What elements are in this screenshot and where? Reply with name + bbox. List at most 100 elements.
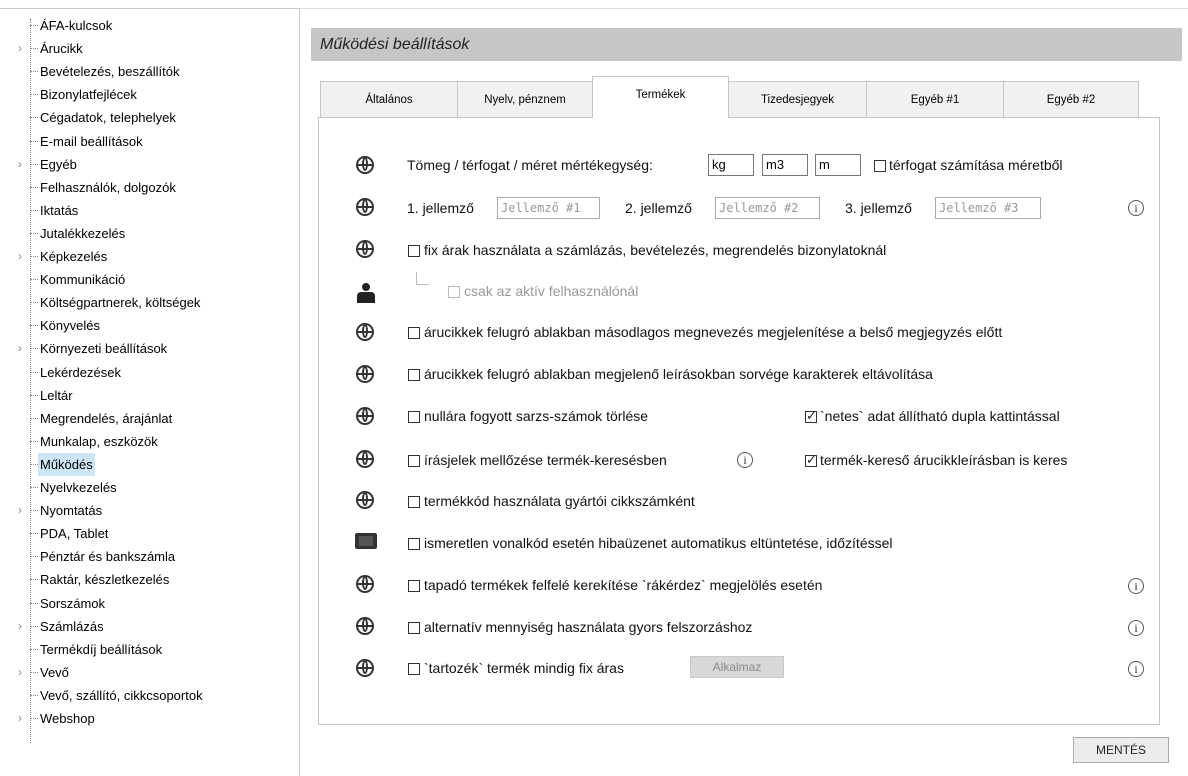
attr2-label: 2. jellemző — [625, 200, 692, 216]
tree-connector — [30, 394, 38, 396]
info-icon[interactable]: i — [737, 452, 753, 468]
tab-label: Egyéb #2 — [1046, 94, 1096, 106]
user-icon — [357, 283, 375, 303]
ignore-punct-checkbox[interactable] — [408, 455, 420, 467]
tab-termekek[interactable]: Termékek — [592, 76, 729, 118]
remove-eol-checkbox[interactable] — [408, 369, 420, 381]
accessory-checkbox[interactable] — [408, 663, 420, 675]
sidebar-item-label: PDA, Tablet — [40, 526, 109, 542]
unit-volume-input[interactable]: m3 — [762, 154, 808, 176]
tab-altalanos[interactable]: Általános — [320, 81, 458, 117]
unit-mass-input[interactable]: kg — [708, 154, 754, 176]
tree-connector — [30, 463, 38, 465]
monitor-icon — [355, 533, 377, 549]
tree-connector — [30, 556, 38, 558]
ignore-punct-label: írásjelek mellőzése termék-keresésben — [424, 452, 667, 468]
tab-nyelv-penznem[interactable]: Nyelv, pénznem — [457, 81, 593, 117]
only-active-user-checkbox[interactable] — [448, 286, 460, 298]
tree-connector — [30, 302, 38, 304]
tree-connector — [30, 94, 38, 96]
volume-calc-checkbox[interactable] — [874, 160, 886, 172]
tree-connector — [30, 602, 38, 604]
sticky-round-label: tapadó termékek felfelé kerekítése `ráké… — [424, 577, 823, 593]
tree-connector — [30, 533, 38, 535]
sticky-round-checkbox[interactable] — [408, 580, 420, 592]
apply-button[interactable]: Alkalmaz — [690, 656, 784, 678]
unit-size-input[interactable]: m — [815, 154, 861, 176]
sidebar-item-label: Működés — [38, 452, 95, 476]
tab-egyeb-1[interactable]: Egyéb #1 — [866, 81, 1004, 117]
sidebar-item-label: Költségpartnerek, költségek — [40, 295, 201, 311]
globe-icon — [356, 156, 376, 176]
expand-arrow-icon[interactable]: › — [18, 37, 28, 60]
tree-connector — [30, 671, 38, 673]
sidebar-item-label: Árucikk — [40, 41, 83, 57]
globe-icon — [356, 407, 376, 427]
tree-connector — [30, 648, 38, 650]
secondary-name-checkbox[interactable] — [408, 327, 420, 339]
units-label: Tömeg / térfogat / méret mértékegység: — [407, 157, 653, 173]
sidebar-item-label: Munkalap, eszközök — [40, 433, 158, 449]
accessory-label: `tartozék` termék mindig fix áras — [424, 660, 624, 676]
delete-zero-batch-checkbox[interactable] — [408, 411, 420, 423]
barcode-error-label: ismeretlen vonalkód esetén hibaüzenet au… — [424, 535, 893, 551]
sidebar-item-label: Bizonylatfejlécek — [40, 87, 137, 103]
sidebar-item-label: Nyelvkezelés — [40, 480, 117, 495]
tree-connector — [30, 348, 38, 350]
sidebar-item-label: Pénztár és bankszámla — [40, 549, 176, 565]
tree-connector — [30, 279, 38, 281]
tree-connector — [30, 694, 38, 696]
barcode-error-checkbox[interactable] — [408, 538, 420, 550]
sidebar-item-label: Raktár, készletkezelés — [40, 572, 170, 588]
tree-connector — [30, 186, 38, 188]
delete-zero-batch-label: nullára fogyott sarzs-számok törlése — [424, 408, 649, 424]
globe-icon — [356, 659, 376, 679]
tree-connector — [30, 48, 38, 50]
expand-arrow-icon[interactable]: › — [18, 337, 28, 360]
netes-checkbox[interactable] — [805, 408, 817, 424]
tree-connector — [30, 579, 38, 581]
expand-arrow-icon[interactable]: › — [18, 245, 28, 268]
attr3-input[interactable]: Jellemző #3 — [935, 197, 1041, 219]
globe-icon — [356, 240, 376, 260]
sidebar-item-label: Iktatás — [40, 202, 79, 218]
info-icon[interactable]: i — [1128, 661, 1144, 677]
sidebar-item-label: Jutalékkezelés — [40, 225, 126, 241]
sidebar-item-label: Megrendelés, árajánlat — [40, 410, 173, 426]
expand-arrow-icon[interactable]: › — [18, 661, 28, 684]
save-button[interactable]: MENTÉS — [1073, 737, 1169, 763]
alt-qty-label: alternatív mennyiség használata gyors fe… — [424, 619, 753, 635]
info-icon[interactable]: i — [1128, 620, 1144, 636]
only-active-user-label: csak az aktív felhasználónál — [464, 283, 639, 299]
expand-arrow-icon[interactable]: › — [18, 153, 28, 176]
sidebar-item-label: Környezeti beállítások — [40, 341, 168, 357]
expand-arrow-icon[interactable]: › — [18, 499, 28, 522]
tree-connector — [30, 625, 38, 627]
tree-connector — [30, 256, 38, 257]
sidebar-item-label: Leltár — [40, 387, 73, 403]
tab-tizedesjegyek[interactable]: Tizedesjegyek — [728, 81, 867, 117]
sidebar-item-label: Cégadatok, telephelyek — [40, 110, 176, 126]
tree-connector — [30, 440, 38, 442]
fixed-prices-checkbox[interactable] — [408, 245, 420, 257]
search-desc-checkbox[interactable] — [805, 452, 817, 468]
tab-label: Egyéb #1 — [910, 94, 960, 106]
tab-egyeb-2[interactable]: Egyéb #2 — [1003, 81, 1139, 117]
expand-arrow-icon[interactable]: › — [18, 615, 28, 638]
sidebar-item-label: Bevételezés, beszállítók — [40, 64, 180, 80]
volume-calc-label: térfogat számítása méretből — [889, 157, 1063, 173]
tree-connector — [30, 140, 38, 142]
sidebar-item-label: Kommunikáció — [40, 272, 126, 288]
remove-eol-label: árucikkek felugró ablakban megjelenő leí… — [424, 366, 933, 382]
product-code-checkbox[interactable] — [408, 496, 420, 508]
info-icon[interactable]: i — [1128, 200, 1144, 216]
expand-arrow-icon[interactable]: › — [18, 707, 28, 730]
search-desc-label: termék-kereső árucikkleírásban is keres — [820, 452, 1068, 468]
attr1-input[interactable]: Jellemző #1 — [497, 197, 600, 219]
globe-icon — [356, 198, 376, 218]
sidebar-item-label: Lekérdezések — [40, 364, 121, 380]
info-icon[interactable]: i — [1128, 578, 1144, 594]
sidebar-item-label: ÁFA-kulcsok — [40, 18, 113, 33]
attr2-input[interactable]: Jellemző #2 — [715, 197, 820, 219]
alt-qty-checkbox[interactable] — [408, 622, 420, 634]
